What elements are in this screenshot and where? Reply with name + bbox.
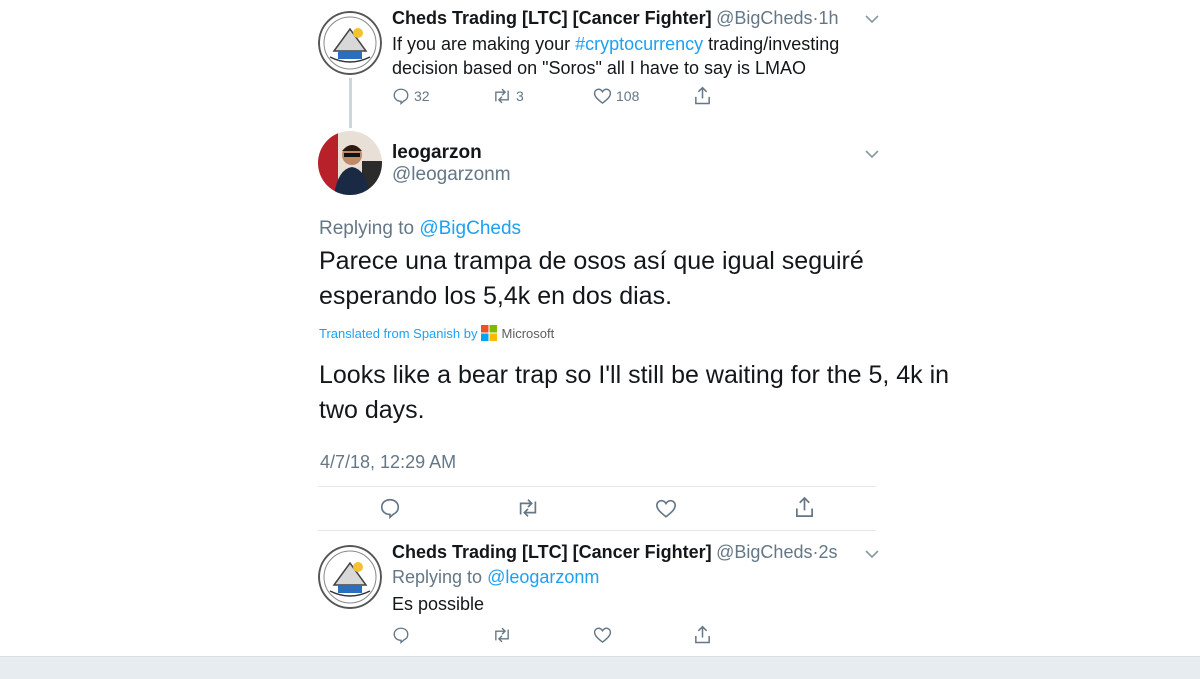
tweet-text-line: esperando los 5,4k en dos dias.: [319, 282, 673, 310]
retweet-icon: [519, 499, 537, 517]
retweet-button[interactable]: 3: [492, 87, 524, 105]
replying-label: Replying to: [392, 567, 488, 587]
share-icon: [796, 496, 813, 517]
microsoft-logo-icon: [481, 325, 498, 341]
share-button[interactable]: [693, 625, 712, 645]
tweet-text-part: trading/investing: [703, 34, 840, 54]
mention-link[interactable]: @BigCheds: [419, 218, 521, 239]
reply-icon: [393, 627, 409, 644]
tweet-text-line: decision based on "Soros" all I have to …: [392, 58, 806, 78]
retweet-button[interactable]: [516, 498, 540, 518]
tweet-text-line: Parece una trampa de osos así que igual …: [319, 247, 864, 275]
retweet-icon: [495, 88, 509, 104]
translation-line: Looks like a bear trap so I'll still be …: [319, 361, 950, 389]
retweet-icon: [495, 627, 509, 643]
like-button[interactable]: [593, 626, 612, 644]
tweet-time[interactable]: 2s: [818, 542, 837, 562]
tweet-time[interactable]: 1h: [818, 8, 838, 28]
bigcheds-avatar[interactable]: [318, 11, 382, 75]
heart-icon: [656, 499, 676, 518]
tweet-timestamp[interactable]: 4/7/18, 12:29 AM: [320, 452, 456, 473]
author-handle[interactable]: @BigCheds: [716, 542, 812, 562]
divider: [318, 486, 876, 487]
tweet1-header: Cheds Trading [LTC] [Cancer Fighter] @Bi…: [392, 8, 839, 29]
translated-label: Translated from Spanish by: [319, 325, 478, 341]
translation-attribution[interactable]: Translated from Spanish by Microsoft: [319, 325, 554, 341]
focus-author-name[interactable]: leogarzon: [392, 142, 482, 164]
reply-icon: [393, 88, 409, 105]
author-handle[interactable]: @BigCheds: [716, 8, 812, 28]
tweet3-text: Es possible: [392, 594, 485, 614]
share-button[interactable]: [693, 86, 712, 106]
replying-label: Replying to: [319, 218, 420, 239]
replying-to: Replying to @leogarzonm: [392, 567, 599, 588]
reply-button[interactable]: 32: [392, 87, 430, 105]
reply-button[interactable]: [379, 497, 401, 519]
translator-name: Microsoft: [501, 325, 555, 341]
heart-icon: [593, 88, 612, 105]
focus-tweet-text: Parece una trampa de osos así que igual …: [319, 244, 864, 314]
bottom-bar: [0, 656, 1200, 679]
like-button[interactable]: 108: [593, 87, 639, 105]
tweet1-text: If you are making your #cryptocurrency t…: [392, 32, 839, 80]
share-icon: [695, 625, 710, 644]
tweet-text-part: If you are making your: [392, 34, 576, 54]
retweet-count: 3: [516, 88, 524, 104]
like-button[interactable]: [655, 498, 677, 519]
chevron-down-icon[interactable]: [864, 14, 880, 24]
translation-text: Looks like a bear trap so I'll still be …: [319, 358, 949, 428]
share-icon: [695, 86, 710, 105]
divider: [318, 530, 876, 531]
mention-link[interactable]: @leogarzonm: [487, 567, 599, 587]
chevron-down-icon[interactable]: [864, 549, 880, 559]
thread-connector: [349, 78, 352, 128]
hashtag-link[interactable]: #cryptocurrency: [575, 34, 703, 54]
tweet3-header: Cheds Trading [LTC] [Cancer Fighter] @Bi…: [392, 542, 837, 563]
bigcheds-avatar[interactable]: [318, 545, 382, 609]
reply-button[interactable]: [392, 626, 410, 644]
replying-to: Replying to @BigCheds: [319, 218, 521, 240]
author-name[interactable]: Cheds Trading [LTC] [Cancer Fighter]: [392, 542, 712, 562]
chevron-down-icon[interactable]: [864, 149, 880, 159]
reply-count: 32: [414, 88, 430, 104]
translation-line: two days.: [319, 396, 425, 424]
reply-icon: [380, 498, 400, 519]
leogarzon-avatar[interactable]: [318, 131, 382, 195]
retweet-button[interactable]: [492, 626, 512, 644]
author-name[interactable]: Cheds Trading [LTC] [Cancer Fighter]: [392, 8, 712, 28]
heart-icon: [593, 627, 612, 644]
focus-author-handle[interactable]: @leogarzonm: [392, 164, 511, 186]
share-button[interactable]: [794, 496, 815, 519]
like-count: 108: [616, 88, 640, 104]
